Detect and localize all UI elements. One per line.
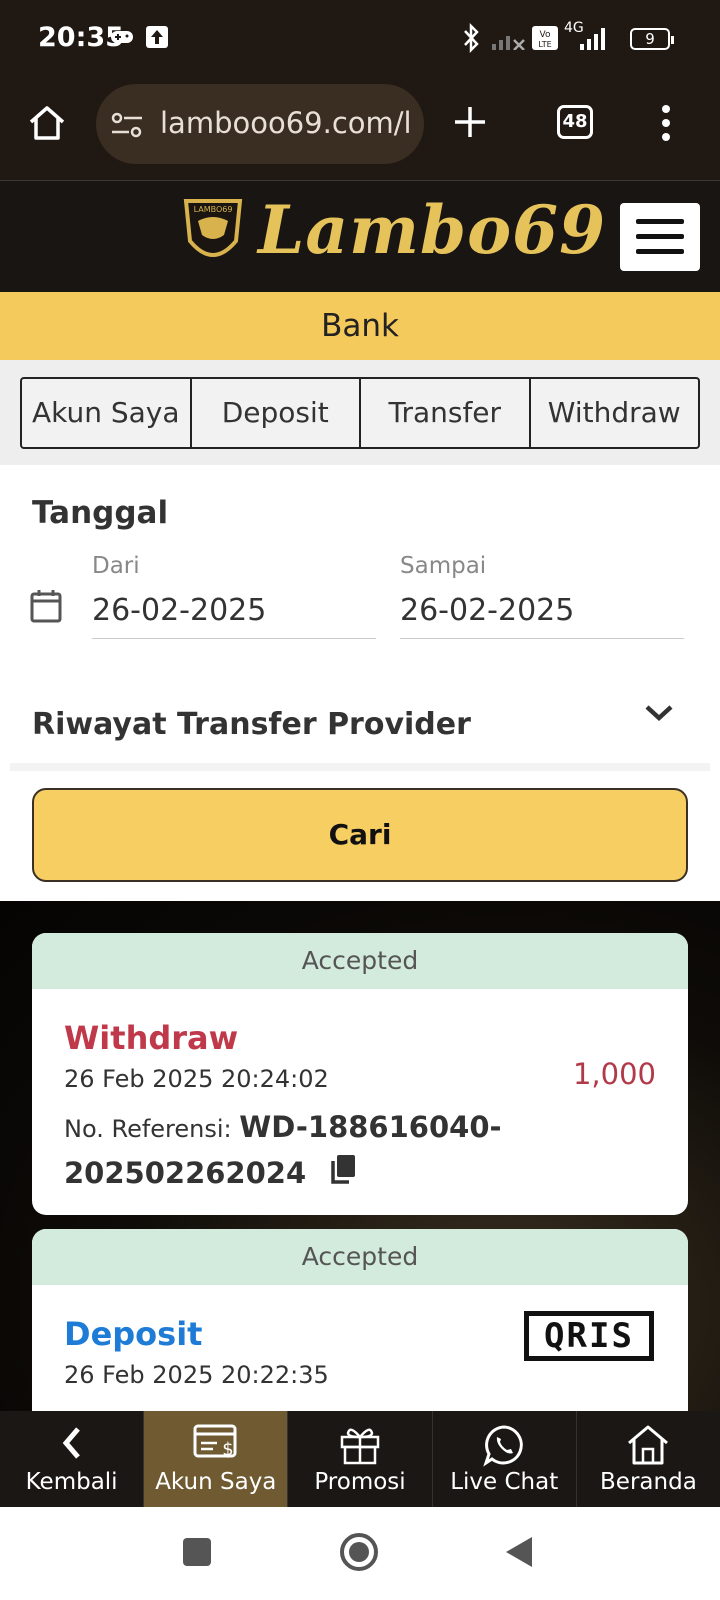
- menu-line-icon: [636, 234, 684, 239]
- site-settings-icon[interactable]: [110, 110, 144, 144]
- status-badge: Accepted: [32, 933, 688, 989]
- url-text[interactable]: lambooo69.com/l: [160, 106, 410, 140]
- nav-label: Akun Saya: [155, 1469, 277, 1495]
- bank-tabs: Akun Saya Deposit Transfer Withdraw: [20, 377, 700, 449]
- volte-icon: Vo LTE: [532, 26, 558, 54]
- transaction-type: Withdraw: [64, 1019, 239, 1057]
- back-chevron-icon: [54, 1423, 90, 1469]
- svg-text:$: $: [222, 1439, 233, 1460]
- new-tab-icon[interactable]: [452, 104, 488, 144]
- date-title: Tanggal: [32, 495, 169, 531]
- transaction-card[interactable]: Accepted Deposit QRIS 26 Feb 2025 20:22:…: [32, 1229, 688, 1411]
- chevron-down-icon[interactable]: [644, 703, 674, 727]
- bluetooth-icon: [460, 22, 482, 58]
- tab-withdraw[interactable]: Withdraw: [531, 379, 699, 447]
- gift-icon: [338, 1423, 382, 1471]
- tab-deposit[interactable]: Deposit: [192, 379, 361, 447]
- copy-icon[interactable]: [330, 1154, 356, 1198]
- system-navigation-bar: [0, 1507, 720, 1600]
- menu-line-icon: [636, 219, 684, 224]
- account-card-icon: $: [192, 1423, 240, 1469]
- back-button-icon[interactable]: [504, 1535, 534, 1573]
- from-label: Dari: [92, 553, 140, 579]
- site-header: LAMBO69 Lambo69: [0, 180, 720, 292]
- nav-label: Promosi: [314, 1469, 406, 1495]
- tab-switcher-button[interactable]: 48: [557, 105, 593, 139]
- transaction-type: Deposit: [64, 1315, 203, 1353]
- from-date-input[interactable]: 26-02-2025: [92, 593, 376, 639]
- to-date-input[interactable]: 26-02-2025: [400, 593, 684, 639]
- svg-text:Vo: Vo: [540, 30, 551, 40]
- svg-text:LAMBO69: LAMBO69: [194, 205, 233, 214]
- nav-label: Live Chat: [450, 1469, 559, 1495]
- menu-line-icon: [636, 249, 684, 254]
- status-bar: 20:35 Vo LTE 4G 9: [0, 0, 720, 78]
- browser-toolbar: lambooo69.com/l 48: [0, 78, 720, 180]
- qris-logo: QRIS: [524, 1311, 654, 1361]
- url-bar[interactable]: lambooo69.com/l: [96, 84, 424, 164]
- transaction-date: 26 Feb 2025 20:24:02: [64, 1065, 329, 1093]
- home-icon[interactable]: [26, 102, 68, 148]
- gamepad-icon: [110, 28, 134, 50]
- reference-label: No. Referensi:: [64, 1115, 232, 1143]
- search-area: Cari: [0, 771, 720, 901]
- nav-live-chat[interactable]: Live Chat: [433, 1411, 577, 1507]
- transaction-date: 26 Feb 2025 20:22:35: [64, 1361, 329, 1389]
- nav-beranda[interactable]: Beranda: [577, 1411, 720, 1507]
- hamburger-menu-button[interactable]: [620, 203, 700, 271]
- recent-apps-icon[interactable]: [182, 1537, 212, 1571]
- divider: [10, 763, 710, 771]
- status-badge: Accepted: [32, 1229, 688, 1285]
- bottom-nav: Kembali $ Akun Saya Promosi Live Chat Be…: [0, 1411, 720, 1507]
- tab-akun-saya[interactable]: Akun Saya: [22, 379, 192, 447]
- battery-indicator: 9: [630, 28, 674, 50]
- nav-label: Beranda: [600, 1469, 697, 1495]
- tab-transfer[interactable]: Transfer: [361, 379, 531, 447]
- home-button-icon[interactable]: [338, 1531, 380, 1577]
- logo-emblem-icon[interactable]: LAMBO69: [180, 195, 246, 275]
- history-type-select[interactable]: Riwayat Transfer Provider: [32, 707, 471, 742]
- signal-off-icon: [492, 28, 526, 54]
- reference-row: No. Referensi: WD-188616040-202502262024: [64, 1105, 664, 1198]
- tabs-area: Akun Saya Deposit Transfer Withdraw: [0, 360, 720, 465]
- page-title: Bank: [0, 292, 720, 360]
- to-label: Sampai: [400, 553, 487, 579]
- nav-kembali[interactable]: Kembali: [0, 1411, 145, 1507]
- more-options-icon[interactable]: [660, 104, 672, 146]
- home-icon: [625, 1423, 671, 1471]
- search-button[interactable]: Cari: [32, 788, 688, 882]
- nav-akun-saya[interactable]: $ Akun Saya: [144, 1411, 289, 1507]
- site-logo[interactable]: Lambo69: [258, 191, 606, 269]
- nav-label: Kembali: [25, 1469, 118, 1495]
- svg-text:LTE: LTE: [538, 40, 551, 49]
- transaction-amount: 1,000: [572, 1057, 656, 1091]
- calendar-icon[interactable]: [30, 589, 62, 627]
- upload-icon: [146, 26, 168, 52]
- nav-promosi[interactable]: Promosi: [288, 1411, 433, 1507]
- transaction-card[interactable]: Accepted Withdraw 26 Feb 2025 20:24:02 1…: [32, 933, 688, 1215]
- filter-form: Tanggal Dari Sampai 26-02-2025 26-02-202…: [0, 465, 720, 765]
- transaction-list: Accepted Withdraw 26 Feb 2025 20:24:02 1…: [0, 901, 720, 1411]
- whatsapp-icon: [482, 1423, 526, 1473]
- signal-icon: [580, 26, 610, 54]
